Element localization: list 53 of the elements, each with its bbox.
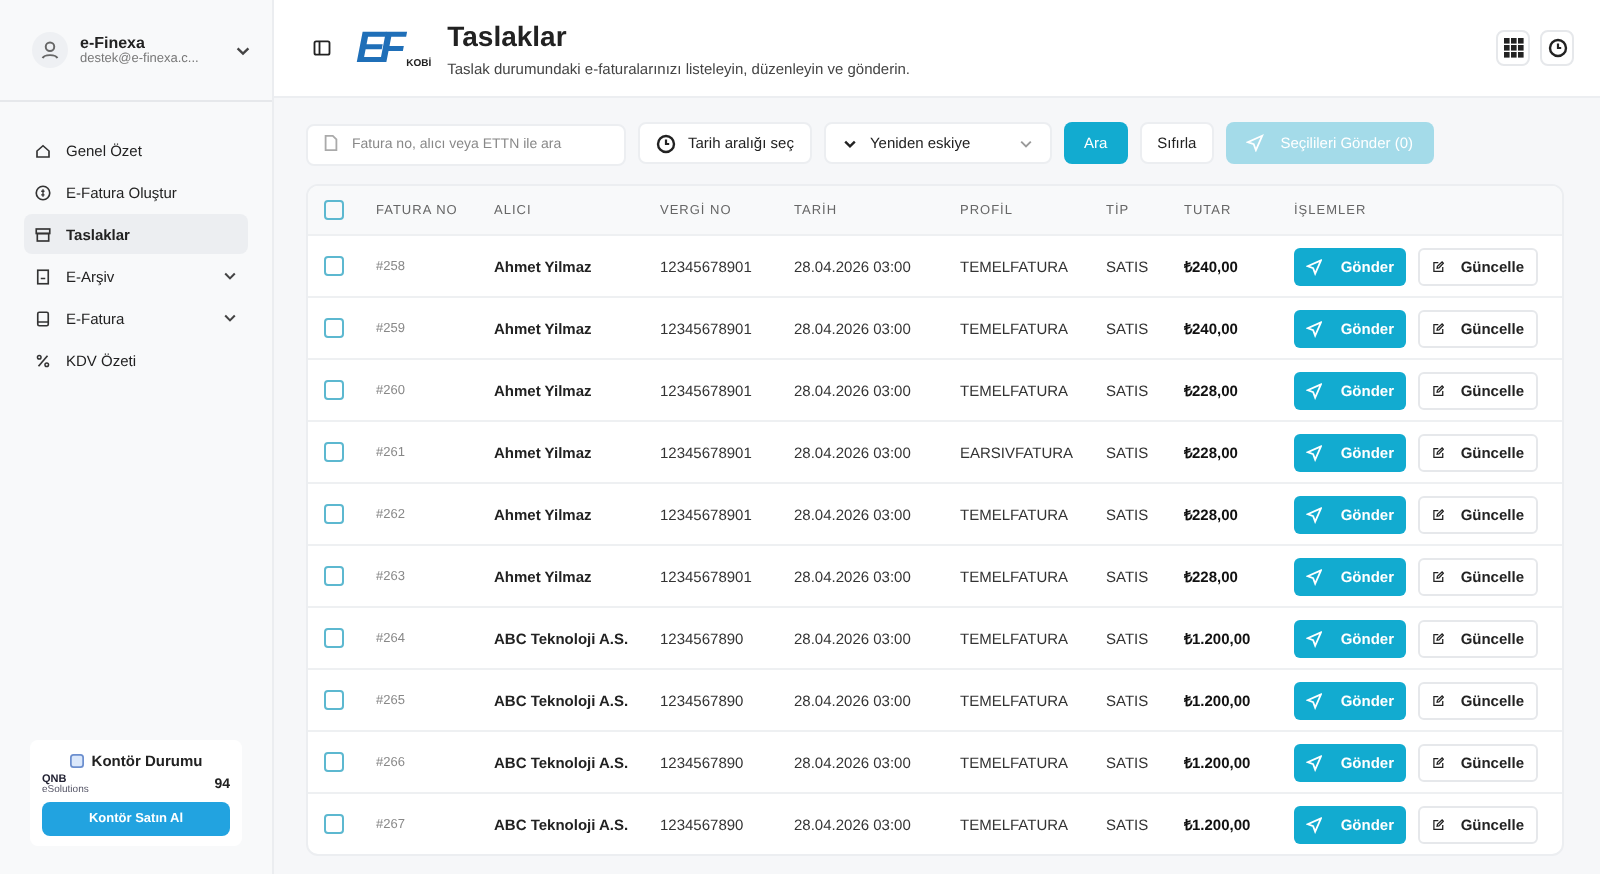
send-icon <box>1306 505 1323 523</box>
send-icon <box>1306 443 1323 461</box>
document-icon <box>34 267 52 285</box>
edit-icon <box>1432 815 1445 833</box>
sidebar-toggle-icon[interactable] <box>312 38 332 58</box>
checkbox[interactable] <box>324 690 344 710</box>
edit-icon <box>1432 381 1445 399</box>
send-icon <box>1306 257 1323 275</box>
home-icon <box>34 141 52 159</box>
send-icon <box>1306 381 1323 399</box>
chevron-down-icon <box>841 135 858 151</box>
edit-icon <box>1432 319 1445 337</box>
send-icon <box>1306 319 1323 337</box>
edit-icon <box>1432 629 1445 647</box>
account-name: e-Finexa <box>80 34 147 52</box>
clock-icon <box>1547 38 1567 58</box>
checkbox[interactable] <box>324 442 344 462</box>
clock-icon <box>656 133 676 153</box>
edit-icon <box>1432 257 1445 275</box>
percent-icon <box>34 351 52 369</box>
document-icon <box>322 134 340 152</box>
apps-grid-button[interactable] <box>1496 30 1530 66</box>
send-icon <box>1306 815 1323 833</box>
grid-icon <box>1503 38 1523 58</box>
checkbox[interactable] <box>324 628 344 648</box>
checkbox[interactable] <box>324 318 344 338</box>
archive-icon <box>34 225 52 243</box>
send-icon <box>1246 134 1265 152</box>
edit-icon <box>1432 443 1445 461</box>
checkbox[interactable] <box>324 504 344 524</box>
chevron-down-icon <box>1017 135 1034 151</box>
edit-icon <box>1432 505 1445 523</box>
clock-button[interactable] <box>1540 30 1574 66</box>
chevron-down-icon <box>222 310 238 326</box>
send-icon <box>1306 629 1323 647</box>
checkbox[interactable] <box>324 380 344 400</box>
edit-icon <box>1432 691 1445 709</box>
checkbox[interactable] <box>324 814 344 834</box>
edit-icon <box>1432 567 1445 585</box>
edit-icon <box>1432 753 1445 771</box>
square-icon <box>69 753 84 767</box>
page-title: Taslaklar <box>447 19 569 51</box>
checkbox[interactable] <box>324 256 344 276</box>
send-icon <box>1306 753 1323 771</box>
coin-icon <box>34 183 52 201</box>
checkbox[interactable] <box>324 566 344 586</box>
avatar-icon <box>32 32 68 68</box>
send-icon <box>1306 691 1323 709</box>
checkbox[interactable] <box>324 200 344 220</box>
tablet-icon <box>34 309 52 327</box>
chevron-down-icon <box>222 268 238 284</box>
send-icon <box>1306 567 1323 585</box>
checkbox[interactable] <box>324 752 344 772</box>
